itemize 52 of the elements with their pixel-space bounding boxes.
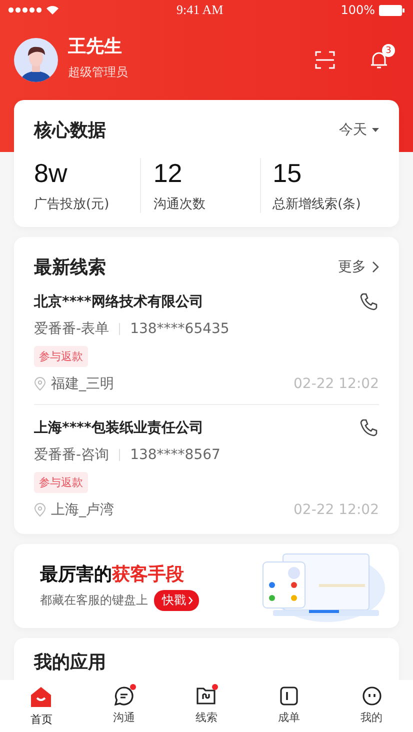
lead-source: 爱番番-表单 <box>34 320 110 338</box>
tab-bar-item[interactable]: 我的 <box>330 680 413 732</box>
promo-banner[interactable]: 最厉害的获客手段 都藏在客服的键盘上 快戳 <box>14 544 399 628</box>
lead-location: 上海_卢湾 <box>51 501 114 519</box>
home-icon <box>30 686 52 708</box>
scan-button[interactable] <box>315 51 335 69</box>
company-name: 北京****网络技术有限公司 <box>34 293 204 311</box>
document-icon <box>279 686 300 706</box>
stat-label: 沟通次数 <box>153 196 206 213</box>
folder-icon <box>196 686 216 706</box>
user-name: 王先生 <box>68 34 123 58</box>
banner-title: 最厉害的获客手段 <box>40 562 185 586</box>
chevron-right-icon <box>372 261 379 273</box>
phone-number: 138****65435 <box>130 321 230 337</box>
dropdown-caret-icon <box>372 128 379 132</box>
lead-time: 02-22 12:02 <box>294 376 379 392</box>
stat-label: 总新增线索(条) <box>272 196 362 213</box>
face-icon <box>362 686 382 706</box>
chevron-right-icon <box>188 596 193 604</box>
battery-percent: 100% <box>340 3 375 17</box>
tab-bar-item[interactable]: 线索 <box>165 680 248 732</box>
stat-value: 8w <box>34 158 68 189</box>
lead-source: 爱番番-咨询 <box>34 446 110 464</box>
company-name: 上海****包装纸业责任公司 <box>34 419 204 437</box>
section-title: 最新线索 <box>34 256 106 279</box>
lead-time: 02-22 12:02 <box>294 502 379 518</box>
more-link[interactable]: 更多 <box>338 258 379 276</box>
phone-icon[interactable] <box>359 292 379 312</box>
section-title: 核心数据 <box>34 119 106 142</box>
section-title: 我的应用 <box>34 651 107 674</box>
signal-icon <box>8 7 42 13</box>
phone-number: 138****8567 <box>130 447 220 463</box>
refund-tag: 参与返款 <box>34 472 88 493</box>
banner-subtitle: 都藏在客服的键盘上 <box>40 592 148 608</box>
refund-tag: 参与返款 <box>34 346 88 367</box>
tab-bar-item[interactable]: 成单 <box>248 680 330 732</box>
period-dropdown[interactable]: 今天 <box>339 121 379 139</box>
chat-icon <box>114 686 134 706</box>
location-pin-icon <box>34 377 46 391</box>
lead-location: 福建_三明 <box>51 375 114 393</box>
stat-value: 12 <box>153 158 184 189</box>
tab-bar-item[interactable]: 沟通 <box>82 680 166 732</box>
battery-icon <box>379 4 405 16</box>
status-time: 9:41 AM <box>176 2 224 18</box>
wifi-icon <box>46 5 59 15</box>
tab-bar-item[interactable]: 首页 <box>0 680 83 732</box>
user-role: 超级管理员 <box>68 64 129 80</box>
stat-value: 15 <box>272 158 303 189</box>
poke-button[interactable]: 快戳 <box>154 590 199 610</box>
location-pin-icon <box>34 503 46 517</box>
phone-icon[interactable] <box>359 418 379 438</box>
stat-label: 广告投放(元) <box>34 196 110 213</box>
